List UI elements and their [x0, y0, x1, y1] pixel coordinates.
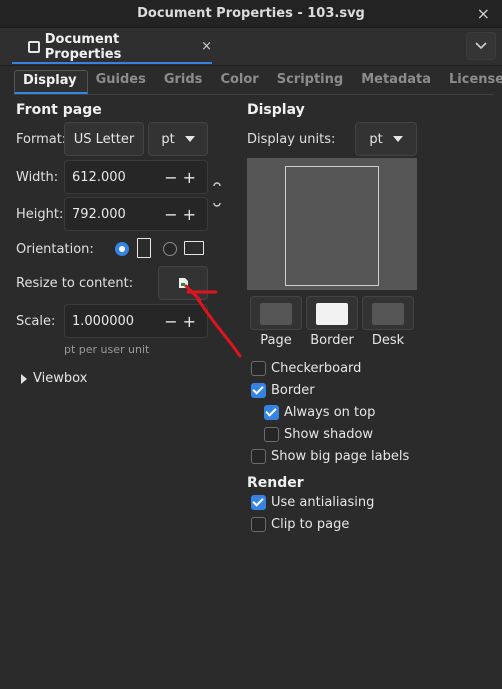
height-stepper[interactable]: −+	[164, 205, 201, 224]
window-close-button[interactable]: ×	[477, 4, 490, 23]
landscape-page-icon	[184, 241, 204, 255]
height-value: 792.000	[72, 206, 126, 222]
dock-tab-close-button[interactable]: ×	[201, 39, 212, 54]
chevron-down-icon	[392, 136, 403, 142]
format-unit-value: pt	[161, 131, 175, 147]
display-units-value: pt	[369, 131, 383, 147]
dock-header: Document Properties ×	[0, 28, 502, 66]
border-color-button[interactable]	[306, 296, 358, 330]
render-heading: Render	[247, 475, 304, 491]
display-units-label: Display units:	[247, 132, 336, 147]
link-dimensions-icon[interactable]	[210, 180, 224, 210]
format-unit-select[interactable]: pt	[148, 122, 208, 156]
page-color-button[interactable]	[250, 296, 302, 330]
always-on-top-checkbox[interactable]	[264, 405, 279, 420]
tab-color[interactable]: Color	[212, 70, 268, 94]
use-antialiasing-checkbox[interactable]	[251, 495, 266, 510]
show-shadow-checkbox[interactable]	[264, 427, 279, 442]
viewbox-expander[interactable]: Viewbox	[20, 371, 87, 386]
scale-label: Scale:	[16, 314, 56, 329]
tab-display[interactable]: Display	[14, 70, 88, 94]
desk-color-button[interactable]	[362, 296, 414, 330]
tab-divider	[14, 94, 494, 95]
resize-to-content-button[interactable]	[158, 266, 208, 300]
desk-color-label: Desk	[371, 333, 405, 348]
border-color-label: Border	[310, 333, 354, 348]
page-preview-page	[285, 166, 379, 286]
checkerboard-checkbox[interactable]	[251, 361, 266, 376]
tab-license[interactable]: License	[441, 70, 502, 94]
always-on-top-label: Always on top	[284, 405, 376, 420]
clip-to-page-label: Clip to page	[271, 517, 350, 532]
scale-field[interactable]: 1.000000 −+	[64, 304, 208, 338]
checkerboard-label: Checkerboard	[271, 361, 362, 376]
orientation-landscape-radio[interactable]	[163, 242, 177, 256]
dock-tab-document-properties[interactable]: Document Properties ×	[12, 31, 212, 64]
height-label: Height:	[16, 207, 64, 222]
display-units-select[interactable]: pt	[355, 122, 417, 156]
window-titlebar: Document Properties - 103.svg ×	[0, 0, 502, 28]
desk-color-swatch	[372, 303, 404, 325]
chevron-down-icon	[475, 42, 487, 50]
display-heading: Display	[247, 102, 305, 118]
scale-value: 1.000000	[72, 313, 135, 329]
width-field[interactable]: 612.000 −+	[64, 160, 208, 194]
show-big-page-labels-checkbox[interactable]	[251, 449, 266, 464]
width-label: Width:	[16, 170, 59, 185]
tab-bar: Display Guides Grids Color Scripting Met…	[14, 70, 502, 94]
page-color-swatch	[260, 303, 292, 325]
height-field[interactable]: 792.000 −+	[64, 197, 208, 231]
use-antialiasing-label: Use antialiasing	[271, 495, 375, 510]
page-preview	[247, 158, 417, 290]
resize-page-icon	[179, 278, 188, 288]
front-page-heading: Front page	[16, 102, 102, 118]
document-properties-icon	[28, 40, 40, 53]
scale-hint: pt per user unit	[64, 343, 150, 356]
border-label: Border	[271, 383, 315, 398]
tab-guides[interactable]: Guides	[88, 70, 156, 94]
orientation-portrait-radio[interactable]	[115, 242, 129, 256]
width-value: 612.000	[72, 169, 126, 185]
clip-to-page-checkbox[interactable]	[251, 517, 266, 532]
tab-scripting[interactable]: Scripting	[269, 70, 353, 94]
dock-menu-button[interactable]	[466, 32, 496, 60]
format-select[interactable]: US Letter	[64, 122, 144, 156]
show-big-page-labels-label: Show big page labels	[271, 449, 410, 464]
chevron-right-icon	[21, 373, 27, 384]
viewbox-label: Viewbox	[33, 371, 88, 386]
show-shadow-label: Show shadow	[284, 427, 374, 442]
chevron-down-icon	[184, 136, 195, 142]
scale-stepper[interactable]: −+	[164, 312, 201, 331]
page-color-label: Page	[260, 333, 292, 348]
dock-tab-label: Document Properties	[44, 31, 122, 62]
border-checkbox[interactable]	[251, 383, 266, 398]
width-stepper[interactable]: −+	[164, 168, 201, 187]
portrait-page-icon	[137, 238, 151, 258]
tab-grids[interactable]: Grids	[156, 70, 213, 94]
border-color-swatch	[316, 303, 348, 325]
orientation-label: Orientation:	[16, 242, 94, 257]
format-value: US Letter	[73, 131, 135, 147]
format-label: Format:	[16, 132, 67, 147]
resize-to-content-label: Resize to content:	[16, 276, 134, 291]
window-title: Document Properties - 103.svg	[137, 6, 365, 21]
tab-metadata[interactable]: Metadata	[353, 70, 441, 94]
